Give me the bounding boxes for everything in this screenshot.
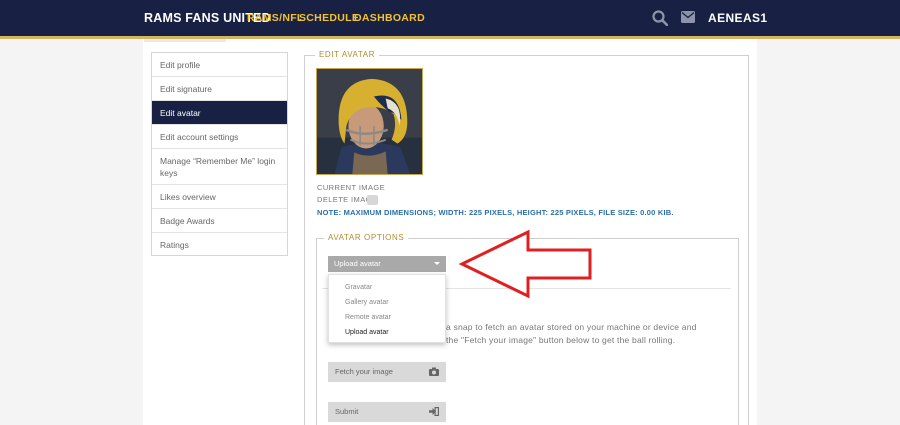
- annotation-arrow-icon: [458, 229, 592, 299]
- sidebar-item-edit-account-settings[interactable]: Edit account settings: [152, 125, 287, 149]
- mail-icon[interactable]: [681, 11, 695, 23]
- option-gravatar[interactable]: Gravatar: [345, 284, 372, 291]
- tab-indicator: [144, 39, 226, 42]
- search-icon[interactable]: [652, 10, 668, 26]
- sidebar-item-ratings[interactable]: Ratings: [152, 233, 287, 256]
- avatar-type-select[interactable]: Upload avatar: [328, 256, 446, 272]
- option-gallery-avatar[interactable]: Gallery avatar: [345, 299, 389, 306]
- avatar-options-legend: AVATAR OPTIONS: [324, 233, 409, 242]
- option-remote-avatar[interactable]: Remote avatar: [345, 314, 391, 321]
- sidebar-item-edit-profile[interactable]: Edit profile: [152, 53, 287, 77]
- edit-avatar-legend: EDIT AVATAR: [315, 50, 380, 59]
- upload-description-line1: a snap to fetch an avatar stored on your…: [446, 322, 697, 332]
- sidebar-item-likes-overview[interactable]: Likes overview: [152, 185, 287, 209]
- fetch-image-button[interactable]: Fetch your image: [328, 362, 446, 382]
- chevron-down-icon: [434, 262, 440, 265]
- upload-description-line2: the "Fetch your image" button below to g…: [446, 335, 676, 345]
- current-image-label: CURRENT IMAGE: [317, 183, 385, 192]
- avatar-type-selected: Upload avatar: [334, 259, 381, 268]
- camera-icon: [429, 367, 439, 376]
- sidebar-item-badge-awards[interactable]: Badge Awards: [152, 209, 287, 233]
- option-upload-avatar[interactable]: Upload avatar: [345, 329, 389, 336]
- sidebar-item-remember-me-keys[interactable]: Manage “Remember Me” login keys: [152, 149, 287, 185]
- nav-rams-nfl[interactable]: RAMS/NFL: [247, 12, 304, 24]
- submit-button[interactable]: Submit: [328, 402, 446, 422]
- dimensions-note: NOTE: MAXIMUM DIMENSIONS; WIDTH: 225 PIX…: [317, 208, 674, 217]
- sidebar-item-edit-signature[interactable]: Edit signature: [152, 77, 287, 101]
- current-avatar-image: [316, 68, 423, 175]
- account-sidebar: Edit profile Edit signature Edit avatar …: [151, 52, 288, 256]
- user-menu[interactable]: AENEAS1: [708, 11, 767, 25]
- nav-dashboard[interactable]: DASHBOARD: [354, 12, 425, 24]
- nav-schedule[interactable]: SCHEDULE: [299, 12, 359, 24]
- avatar-type-dropdown: Gravatar Gallery avatar Remote avatar Up…: [328, 274, 446, 343]
- sidebar-item-edit-avatar[interactable]: Edit avatar: [152, 101, 287, 125]
- delete-image-checkbox[interactable]: [367, 195, 378, 205]
- sign-out-icon: [429, 407, 439, 416]
